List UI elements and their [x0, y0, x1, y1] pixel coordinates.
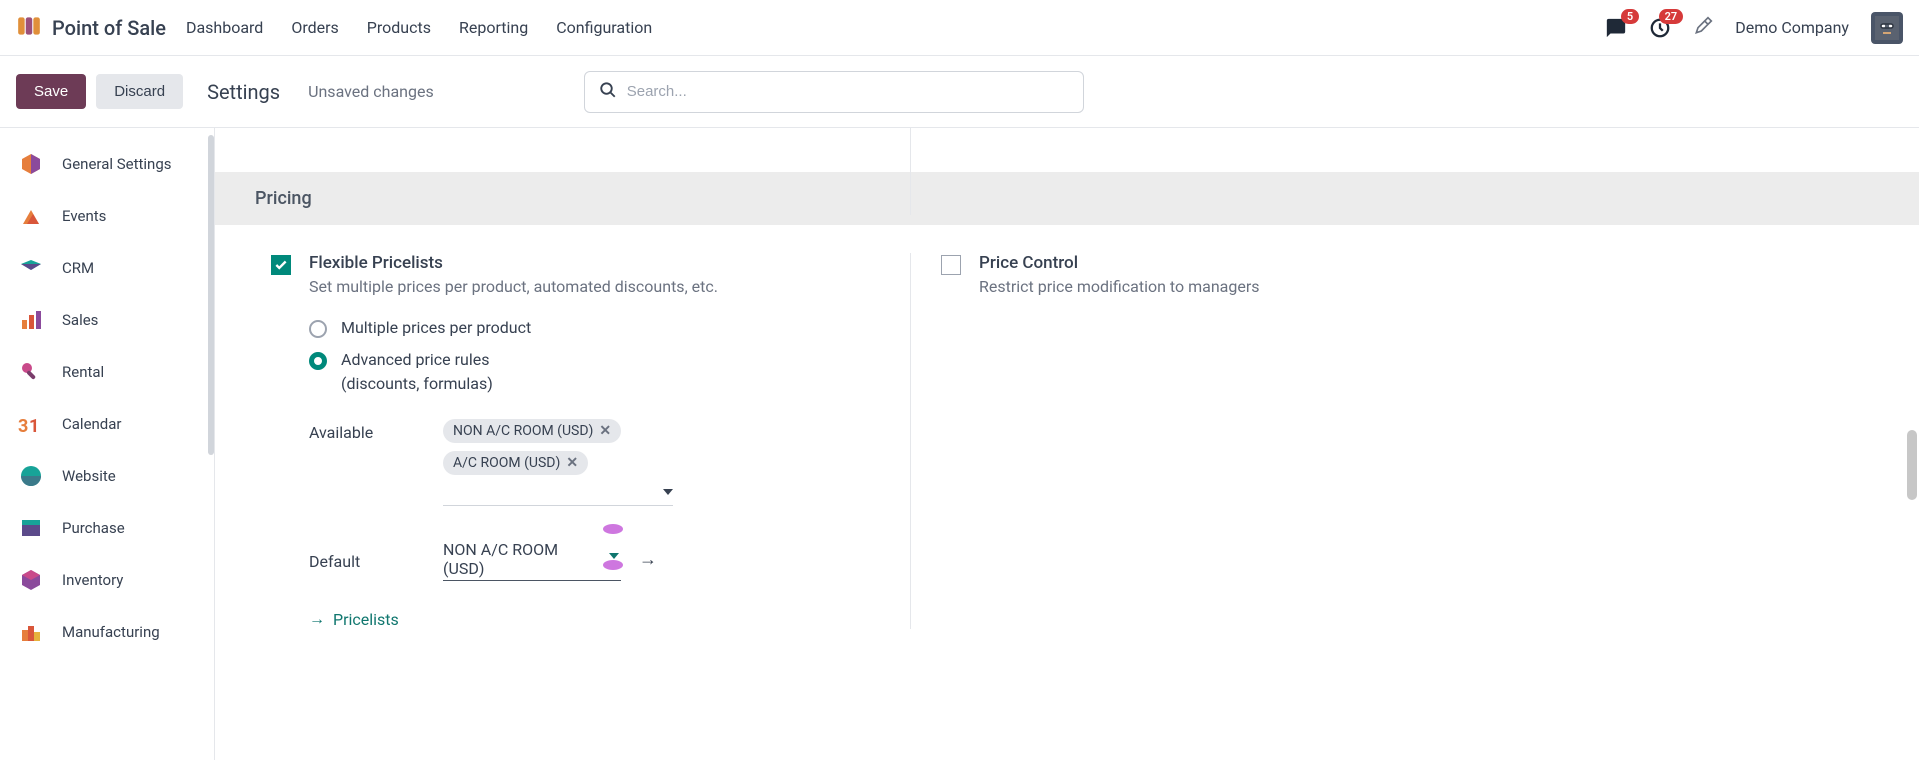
sidebar-item-rental[interactable]: Rental [0, 346, 214, 398]
sidebar-item-crm[interactable]: CRM [0, 242, 214, 294]
topbar-right: 5 27 Demo Company [1605, 12, 1903, 44]
sidebar-item-label: Sales [62, 311, 98, 329]
app-logo-icon [16, 13, 42, 43]
highlight-marker-icon [603, 524, 623, 534]
select-value: NON A/C ROOM (USD) [443, 540, 558, 578]
top-nav: Dashboard Orders Products Reporting Conf… [186, 18, 652, 37]
search-icon [599, 81, 617, 103]
sidebar-item-events[interactable]: Events [0, 190, 214, 242]
events-icon [18, 203, 44, 229]
nav-orders[interactable]: Orders [291, 18, 338, 37]
manufacturing-icon [18, 619, 44, 645]
default-pricelist-select[interactable]: NON A/C ROOM (USD) [443, 538, 621, 581]
crm-icon [18, 255, 44, 281]
pricelists-link[interactable]: → Pricelists [309, 609, 870, 629]
tools-icon[interactable] [1693, 16, 1713, 40]
sidebar-item-general-settings[interactable]: General Settings [0, 138, 214, 190]
setting-flexible-pricelists: Flexible Pricelists Set multiple prices … [271, 253, 911, 629]
gear-hex-icon [18, 151, 44, 177]
sidebar-item-sales[interactable]: Sales [0, 294, 214, 346]
tag-ac-room: A/C ROOM (USD) ✕ [443, 451, 588, 475]
sidebar-item-label: Purchase [62, 519, 125, 537]
tag-remove-icon[interactable]: ✕ [566, 455, 578, 471]
search-box[interactable] [584, 71, 1084, 113]
website-icon [18, 463, 44, 489]
svg-text:1: 1 [29, 416, 39, 436]
app-brand[interactable]: Point of Sale [16, 13, 166, 43]
arrow-right-icon: → [309, 609, 325, 629]
save-button[interactable]: Save [16, 74, 86, 109]
sidebar-item-label: Rental [62, 363, 104, 381]
sidebar-item-label: General Settings [62, 155, 172, 173]
topbar: Point of Sale Dashboard Orders Products … [0, 0, 1919, 56]
setting-title: Price Control [979, 253, 1260, 273]
action-bar: Save Discard Settings Unsaved changes [0, 56, 1919, 128]
sidebar-item-label: Manufacturing [62, 623, 160, 641]
setting-desc: Set multiple prices per product, automat… [309, 277, 870, 296]
discard-button[interactable]: Discard [96, 74, 183, 109]
avatar[interactable] [1871, 12, 1903, 44]
search-input[interactable] [627, 83, 1069, 100]
section-header-pricing: Pricing [215, 172, 1919, 225]
setting-price-control: Price Control Restrict price modificatio… [911, 253, 1260, 629]
activities-icon[interactable]: 27 [1649, 17, 1671, 39]
content: Pricing Flexible Pricelists Set multiple… [215, 128, 1919, 760]
radio-sublabel: (discounts, formulas) [341, 374, 870, 393]
nav-products[interactable]: Products [367, 18, 431, 37]
purchase-icon [18, 515, 44, 541]
sidebar: General Settings Events CRM Sales Rental… [0, 128, 215, 760]
radio-label: Multiple prices per product [341, 318, 531, 337]
sales-icon [18, 307, 44, 333]
tag-label: NON A/C ROOM (USD) [453, 423, 593, 439]
setting-desc: Restrict price modification to managers [979, 277, 1260, 296]
open-record-arrow-icon[interactable]: → [639, 549, 657, 570]
page-title: Settings [207, 80, 280, 104]
sidebar-item-manufacturing[interactable]: Manufacturing [0, 606, 214, 658]
nav-configuration[interactable]: Configuration [556, 18, 652, 37]
highlight-marker-icon [603, 560, 623, 570]
content-scrollbar[interactable] [1907, 430, 1917, 500]
sidebar-item-label: Inventory [62, 571, 123, 589]
svg-text:3: 3 [18, 416, 28, 436]
company-name[interactable]: Demo Company [1735, 18, 1849, 37]
calendar-icon: 31 [18, 411, 44, 437]
checkbox-price-control[interactable] [941, 255, 961, 275]
tag-non-ac-room: NON A/C ROOM (USD) ✕ [443, 419, 621, 443]
radio-advanced-rules[interactable]: Advanced price rules [309, 350, 870, 370]
tags-dropdown-caret[interactable] [663, 483, 673, 499]
sidebar-item-calendar[interactable]: 31 Calendar [0, 398, 214, 450]
setting-title: Flexible Pricelists [309, 253, 870, 273]
nav-reporting[interactable]: Reporting [459, 18, 528, 37]
inventory-icon [18, 567, 44, 593]
radio-multiple-prices[interactable]: Multiple prices per product [309, 318, 870, 338]
messages-icon[interactable]: 5 [1605, 17, 1627, 39]
sidebar-item-purchase[interactable]: Purchase [0, 502, 214, 554]
nav-dashboard[interactable]: Dashboard [186, 18, 263, 37]
tag-label: A/C ROOM (USD) [453, 455, 560, 471]
sidebar-item-label: CRM [62, 259, 94, 277]
sidebar-item-inventory[interactable]: Inventory [0, 554, 214, 606]
sidebar-item-label: Calendar [62, 415, 122, 433]
field-label-default: Default [309, 548, 443, 571]
available-pricelists-tags[interactable]: NON A/C ROOM (USD) ✕ A/C ROOM (USD) ✕ [443, 419, 673, 506]
rental-icon [18, 359, 44, 385]
unsaved-changes: Unsaved changes [308, 82, 434, 101]
radio-icon [309, 352, 327, 370]
link-label: Pricelists [333, 610, 399, 629]
radio-label: Advanced price rules [341, 350, 489, 369]
sidebar-scrollbar[interactable] [208, 135, 214, 455]
tag-remove-icon[interactable]: ✕ [599, 423, 611, 439]
sidebar-item-website[interactable]: Website [0, 450, 214, 502]
messages-badge: 5 [1621, 9, 1639, 24]
sidebar-item-label: Website [62, 467, 116, 485]
radio-icon [309, 320, 327, 338]
activities-badge: 27 [1659, 9, 1684, 24]
sidebar-item-label: Events [62, 207, 106, 225]
app-title: Point of Sale [52, 16, 166, 40]
checkbox-flexible-pricelists[interactable] [271, 255, 291, 275]
field-label-available: Available [309, 419, 443, 442]
